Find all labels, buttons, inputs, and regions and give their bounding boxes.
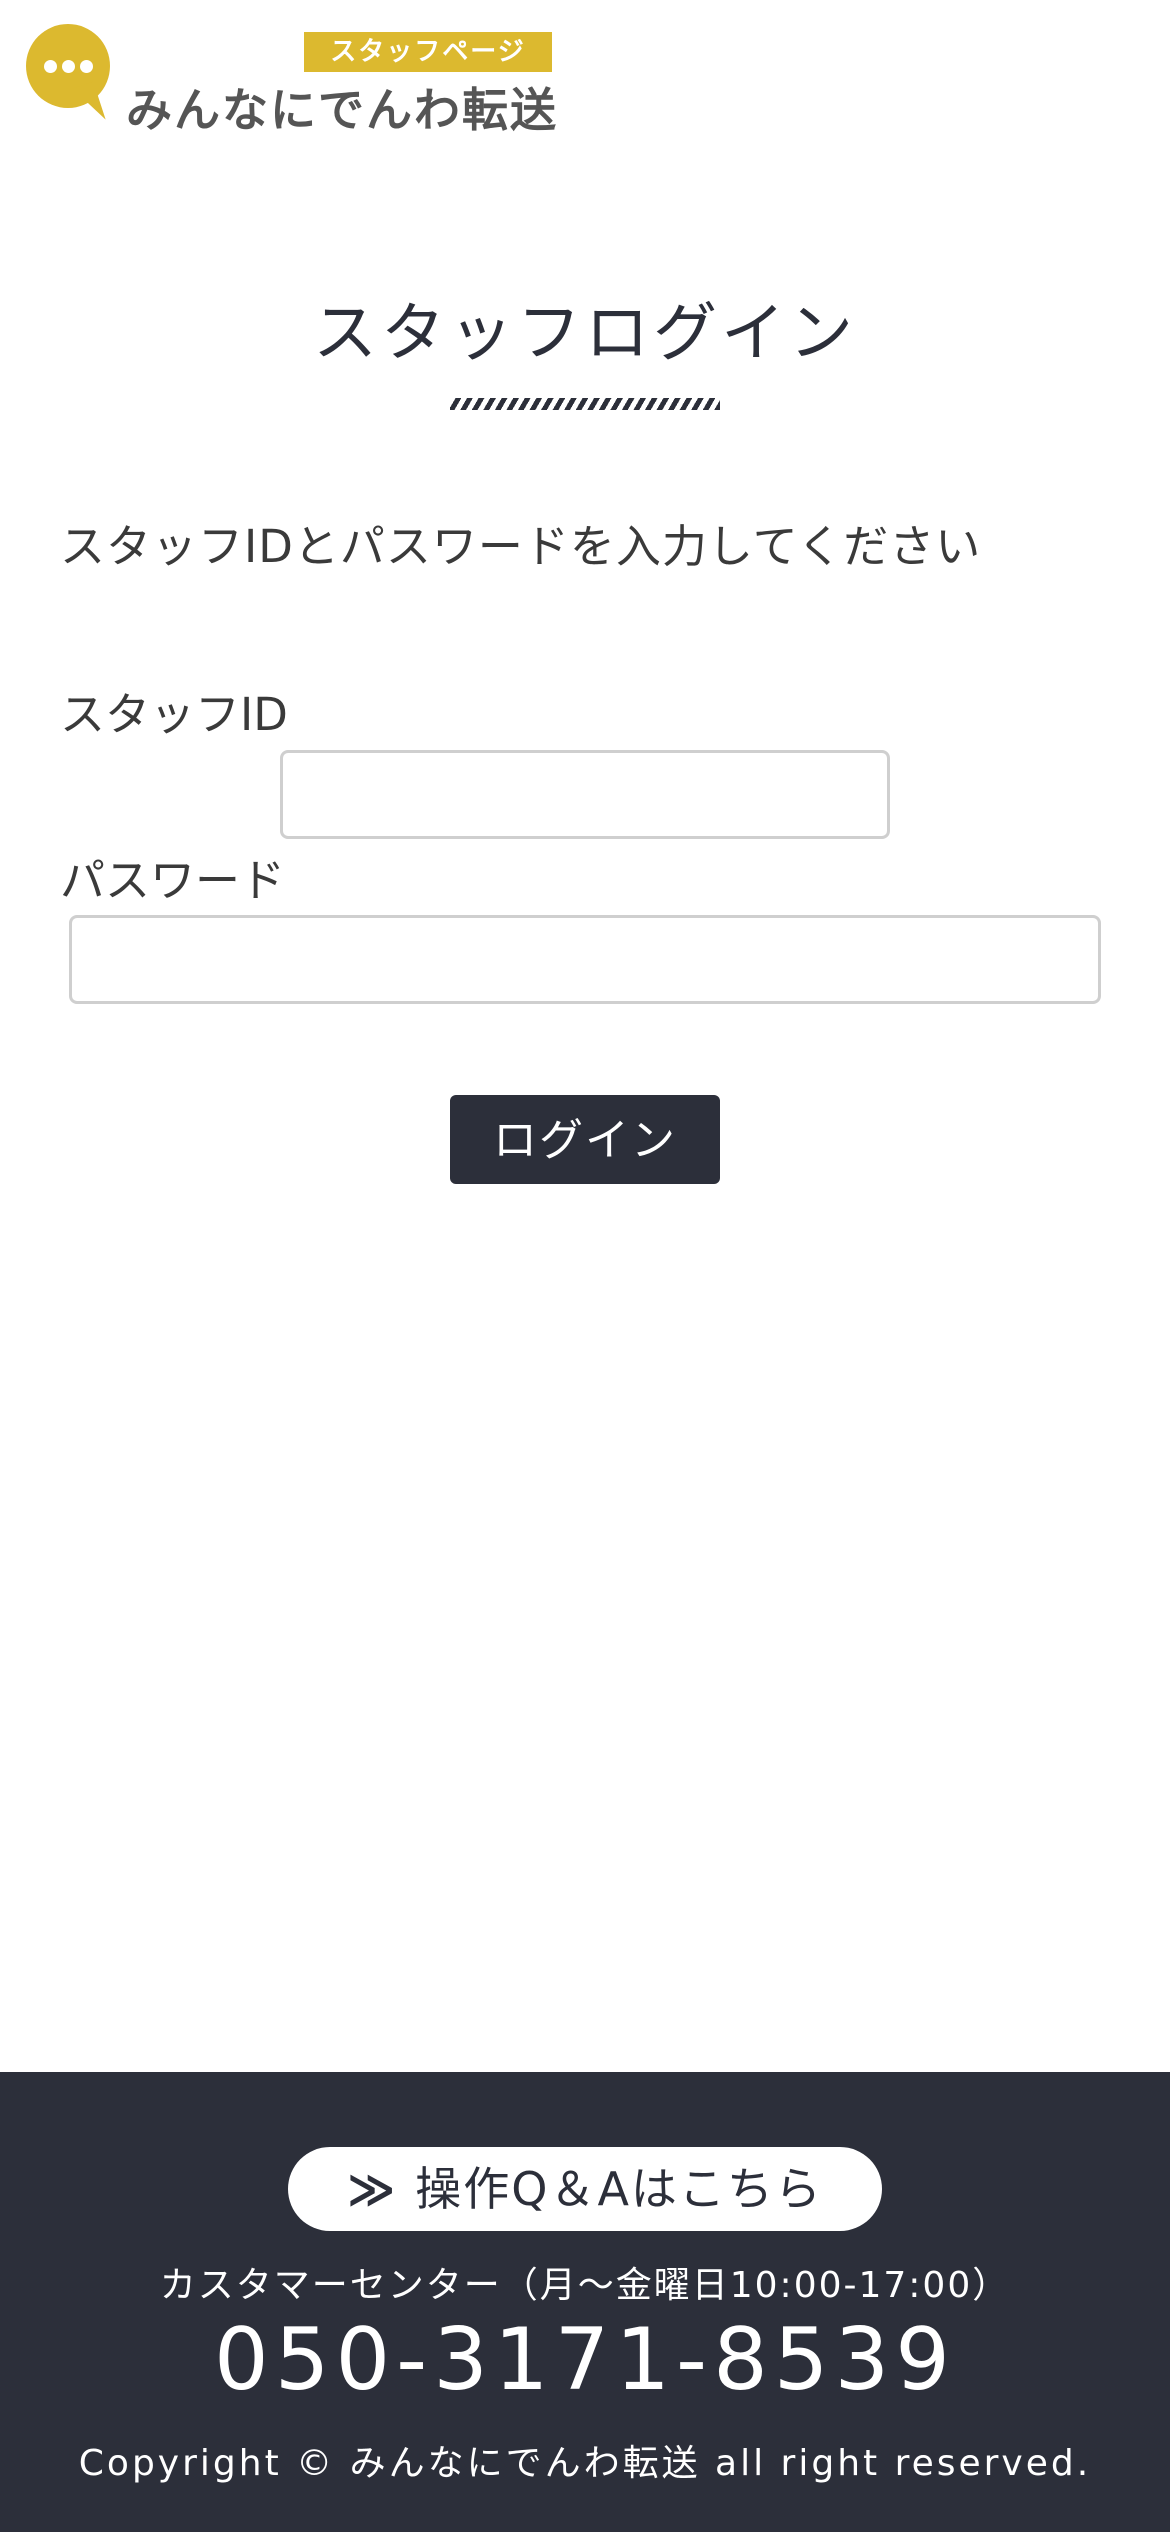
site-logo[interactable]: スタッフページ みんなにでんわ転送	[26, 24, 566, 140]
customer-center-hours: カスタマーセンター（月〜金曜日10:00-17:00）	[159, 2265, 1011, 2306]
copyright-text: Copyright © みんなにでんわ転送 all right reserved…	[78, 2443, 1092, 2484]
staff-id-input[interactable]	[280, 750, 890, 839]
password-label: パスワード	[60, 854, 286, 907]
qa-link-label: 操作Q＆Aはこちら	[415, 2162, 823, 2216]
logo-dot	[44, 60, 57, 73]
double-chevron-right-icon: ≫	[347, 2162, 398, 2216]
staff-id-label: スタッフID	[60, 688, 288, 741]
logo-dot	[80, 60, 93, 73]
logo-badge: スタッフページ	[304, 32, 552, 72]
footer: ≫ 操作Q＆Aはこちら カスタマーセンター（月〜金曜日10:00-17:00） 0…	[0, 2072, 1170, 2532]
title-underline	[450, 398, 720, 410]
instruction-text: スタッフIDとパスワードを入力してください	[60, 520, 982, 573]
qa-link-button[interactable]: ≫ 操作Q＆Aはこちら	[288, 2147, 882, 2231]
logo-dot	[62, 60, 75, 73]
phone-number-link[interactable]: 050-3171-8539	[0, 2310, 1170, 2410]
password-input[interactable]	[69, 915, 1101, 1004]
staff-login-page: スタッフページ みんなにでんわ転送 スタッフログイン スタッフIDとパスワードを…	[0, 0, 1170, 2532]
page-title: スタッフログイン	[313, 297, 857, 371]
login-button[interactable]: ログイン	[450, 1095, 720, 1184]
logo-name: みんなにでんわ転送	[126, 83, 558, 137]
